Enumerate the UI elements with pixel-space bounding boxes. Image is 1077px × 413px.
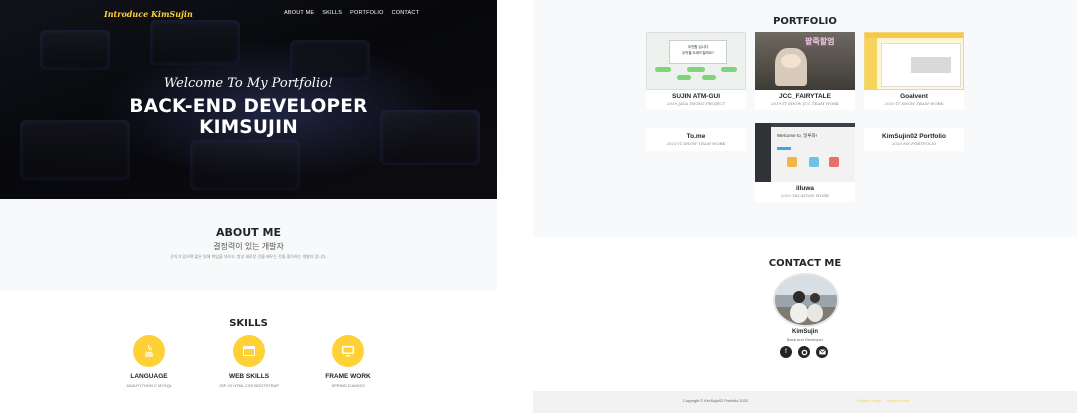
- about-subtitle: 결정력이 있는 개발자: [213, 242, 284, 251]
- goalvent-image: [911, 57, 951, 73]
- contact-name: KimSujin: [791, 329, 818, 335]
- portfolio-item-illuwa[interactable]: Welcome to, 일루와! illuwa 2020 VACATION WO…: [755, 123, 855, 202]
- atm-button: [655, 67, 671, 72]
- portfolio-item-subtitle: 2019 IT SHOW JCC TEAM WORK: [770, 101, 840, 106]
- atm-button: [702, 75, 716, 80]
- skill-framework: FRAME WORK SPRING DJANGO: [293, 335, 403, 388]
- hero-subheading: Welcome To My Portfolio!: [163, 76, 334, 91]
- footer-links: Privacy Policy Terms of Use: [857, 399, 909, 403]
- nav-links: ABOUT ME SKILLS PORTFOLIO CONTACT: [284, 10, 419, 16]
- skill-desc: JSP JS HTML CSS BOOTSTRAP: [218, 383, 279, 388]
- contact-role: Back-end Developer: [786, 337, 824, 342]
- fairytale-logo: 팥죽할멈: [805, 37, 835, 46]
- about-section: ABOUT ME 결정력이 있는 개발자 끈기가 있으며 맡은 일에 책임을 다…: [0, 199, 497, 291]
- facebook-icon[interactable]: f: [780, 346, 792, 358]
- about-text: 끈기가 있으며 맡은 일에 책임을 다하고, 항상 새로운 것을 배우는 것을 …: [170, 254, 327, 259]
- email-icon[interactable]: [816, 346, 828, 358]
- portfolio-thumb: [864, 32, 964, 90]
- illuwa-tile: [829, 157, 839, 167]
- portfolio-item-subtitle: 2020 IT SHOW TEAM WORK: [666, 141, 726, 146]
- java-icon: [133, 335, 165, 367]
- portfolio-section: PORTFOLIO 무언함 입니다 무엇을 도와드릴까요? SUJIN ATM-…: [533, 0, 1077, 237]
- contact-section: CONTACT ME KimSujin Back-end Developer f: [533, 237, 1077, 391]
- nav-link-about[interactable]: ABOUT ME: [284, 10, 314, 16]
- skill-language: LANGUAGE JAVA PYTHON C MYSQL: [94, 335, 204, 388]
- portfolio-item-title: JCC_FAIRYTALE: [778, 93, 831, 100]
- nav-link-portfolio[interactable]: PORTFOLIO: [350, 10, 383, 16]
- illuwa-sidebar: [755, 123, 771, 182]
- portfolio-item-subtitle: 2020 IT SHOW TEAM WORK: [884, 101, 944, 106]
- avatar: [773, 273, 839, 327]
- portfolio-caption: To.me 2020 IT SHOW TEAM WORK: [646, 128, 746, 151]
- goalvent-topbar: [865, 33, 963, 38]
- skill-desc: SPRING DJANGO: [331, 383, 365, 388]
- portfolio-item-goalvent[interactable]: Goalvent 2020 IT SHOW TEAM WORK: [864, 32, 964, 110]
- portfolio-thumb: 팥죽할멈: [755, 32, 855, 90]
- atm-screen-line: 무엇을 도와드릴까요?: [682, 51, 714, 55]
- hero-heading-line2: KIMSUJIN: [199, 117, 298, 138]
- github-icon[interactable]: [798, 346, 810, 358]
- goalvent-sidebar: [865, 38, 877, 89]
- portfolio-caption: SUJIN ATM-GUI 2019 JAVA SWING PROJECT: [646, 90, 746, 110]
- portfolio-caption: illuwa 2020 VACATION WORK: [755, 182, 855, 202]
- portfolio-title: PORTFOLIO: [773, 16, 837, 27]
- skill-name: WEB SKILLS: [228, 373, 270, 380]
- portfolio-item-title: Goalvent: [900, 93, 928, 100]
- illuwa-tile: [787, 157, 797, 167]
- about-title: ABOUT ME: [216, 226, 281, 239]
- portfolio-item-tome[interactable]: To.me 2020 IT SHOW TEAM WORK: [646, 128, 746, 151]
- illuwa-button: [777, 147, 791, 150]
- portfolio-caption: KimSujin02 Portfolio 2020 MY PORTFOLIO: [864, 128, 964, 151]
- footer-link-terms[interactable]: Terms of Use: [887, 399, 909, 403]
- portfolio-item-title: SUJIN ATM-GUI: [671, 93, 721, 100]
- page-right-column: PORTFOLIO 무언함 입니다 무엇을 도와드릴까요? SUJIN ATM-…: [533, 0, 1077, 413]
- social-links: f: [780, 346, 828, 358]
- portfolio-item-subtitle: 2020 MY PORTFOLIO: [891, 141, 937, 146]
- portfolio-item-subtitle: 2019 JAVA SWING PROJECT: [666, 101, 726, 106]
- skill-name: FRAME WORK: [325, 373, 371, 380]
- portfolio-item-fairytale[interactable]: 팥죽할멈 JCC_FAIRYTALE 2019 IT SHOW JCC TEAM…: [755, 32, 855, 110]
- portfolio-thumb: 무언함 입니다 무엇을 도와드릴까요?: [646, 32, 746, 90]
- atm-button: [687, 67, 705, 72]
- monitor-icon: [332, 335, 364, 367]
- skill-web: WEB SKILLS JSP JS HTML CSS BOOTSTRAP: [194, 335, 304, 388]
- hero-section: Introduce KimSujin ABOUT ME SKILLS PORTF…: [0, 0, 497, 199]
- illuwa-banner: Welcome to, 일루와!: [777, 133, 817, 138]
- atm-button: [677, 75, 691, 80]
- navbar-brand[interactable]: Introduce KimSujin: [104, 9, 193, 19]
- page-left-column: Introduce KimSujin ABOUT ME SKILLS PORTF…: [0, 0, 497, 413]
- skills-title: SKILLS: [229, 318, 268, 329]
- nav-link-skills[interactable]: SKILLS: [322, 10, 342, 16]
- hero-heading: BACK-END DEVELOPER KIMSUJIN: [0, 96, 497, 138]
- atm-button: [721, 67, 737, 72]
- contact-title: CONTACT ME: [768, 258, 842, 269]
- portfolio-item-title: illuwa: [795, 185, 815, 192]
- footer-link-privacy[interactable]: Privacy Policy: [857, 399, 881, 403]
- footer: Copyright © KimSujin02 Portfolio 2020 Pr…: [533, 391, 1077, 413]
- hero-heading-line1: BACK-END DEVELOPER: [129, 96, 368, 117]
- browser-icon: [233, 335, 265, 367]
- illuwa-tile: [809, 157, 819, 167]
- nav-link-contact[interactable]: CONTACT: [392, 10, 420, 16]
- portfolio-item-title: To.me: [686, 133, 706, 140]
- skill-name: LANGUAGE: [130, 373, 168, 380]
- navbar: Introduce KimSujin ABOUT ME SKILLS PORTF…: [0, 0, 497, 28]
- fairytale-face: [781, 54, 801, 68]
- portfolio-item-subtitle: 2020 VACATION WORK: [780, 193, 830, 198]
- portfolio-caption: Goalvent 2020 IT SHOW TEAM WORK: [864, 90, 964, 110]
- portfolio-item-title: KimSujin02 Portfolio: [882, 133, 946, 140]
- portfolio-caption: JCC_FAIRYTALE 2019 IT SHOW JCC TEAM WORK: [755, 90, 855, 110]
- atm-screen: 무언함 입니다 무엇을 도와드릴까요?: [669, 40, 727, 64]
- portfolio-item-atm[interactable]: 무언함 입니다 무엇을 도와드릴까요? SUJIN ATM-GUI 2019 J…: [646, 32, 746, 110]
- portfolio-thumb: Welcome to, 일루와!: [755, 123, 855, 182]
- illuwa-topbar: [771, 123, 855, 127]
- footer-copyright: Copyright © KimSujin02 Portfolio 2020: [683, 399, 748, 403]
- skills-section: SKILLS LANGUAGE JAVA PYTHON C MYSQL WEB …: [0, 291, 497, 413]
- portfolio-item-kimsujin02[interactable]: KimSujin02 Portfolio 2020 MY PORTFOLIO: [864, 128, 964, 151]
- skill-desc: JAVA PYTHON C MYSQL: [125, 383, 173, 388]
